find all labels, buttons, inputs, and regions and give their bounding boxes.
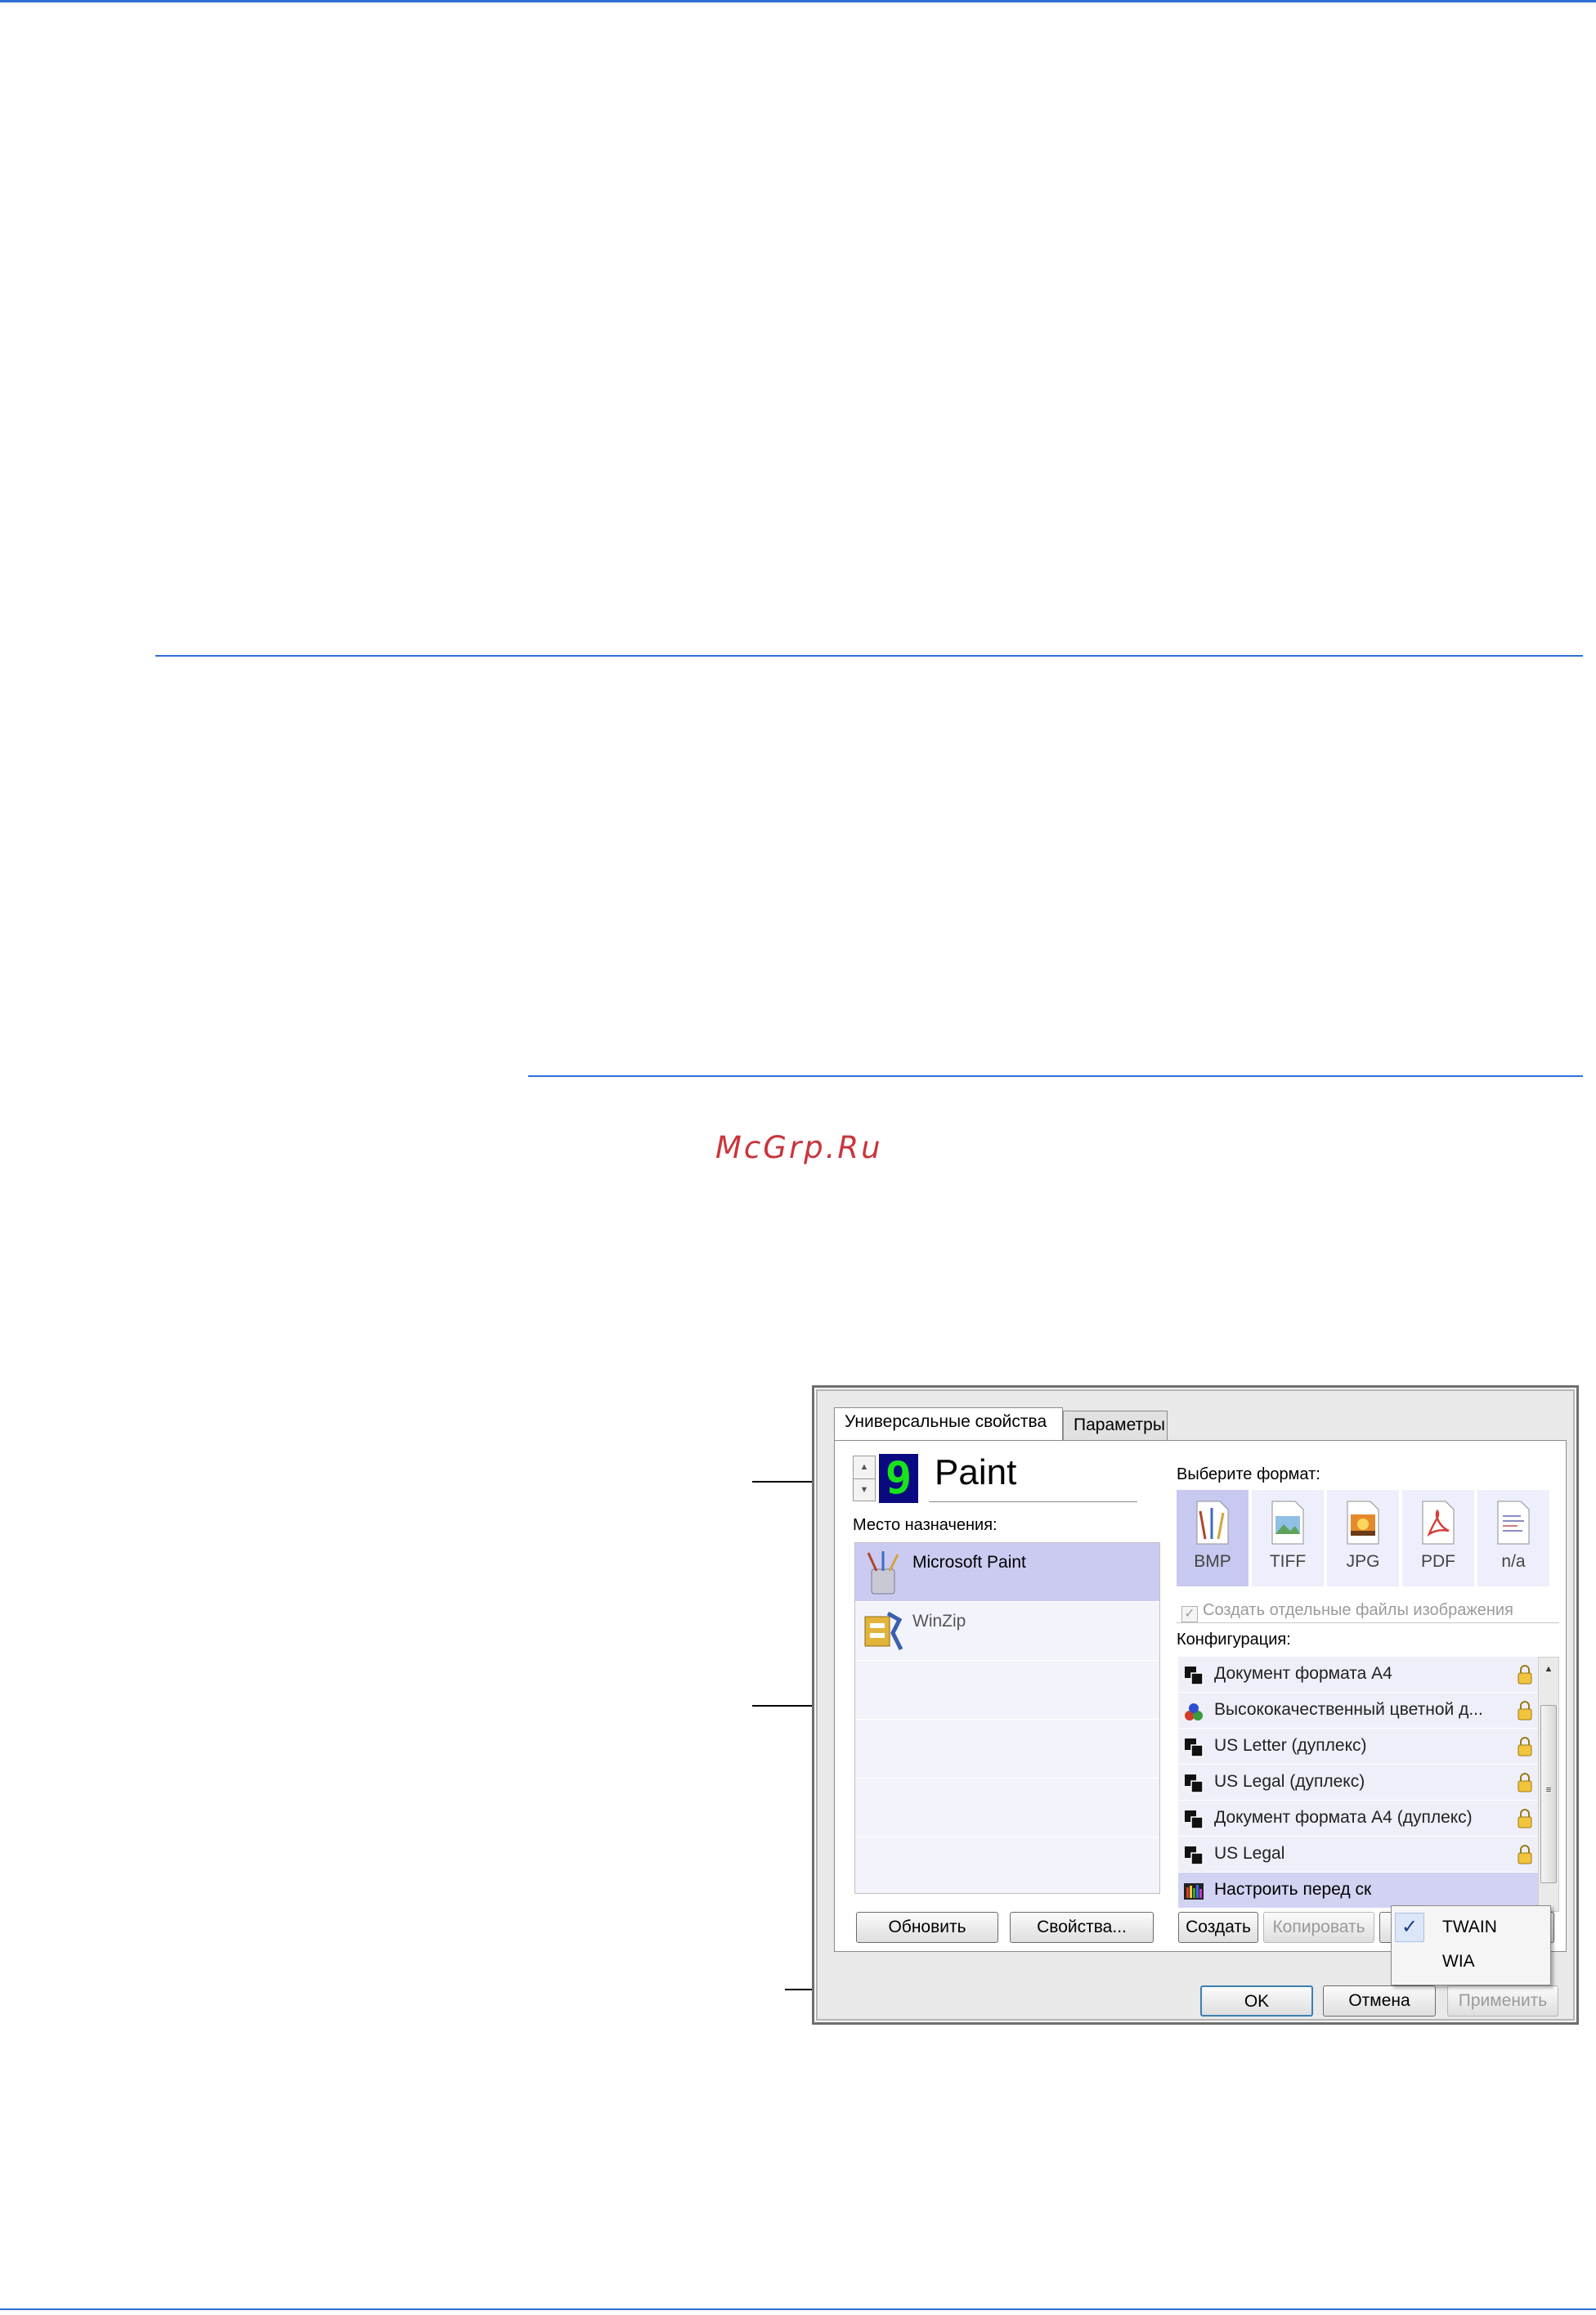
cancel-button[interactable]: Отмена xyxy=(1323,1985,1436,2017)
destination-item-empty xyxy=(855,1779,1159,1837)
config-item[interactable]: US Legal (дуплекс) xyxy=(1178,1765,1538,1801)
destination-name: Microsoft Paint xyxy=(912,1553,1026,1572)
winzip-icon xyxy=(864,1611,903,1651)
menu-item-wia[interactable]: WIA xyxy=(1392,1945,1550,1978)
spin-down-icon[interactable]: ▼ xyxy=(854,1478,875,1501)
config-name: Высококачественный цветной д... xyxy=(1214,1700,1483,1719)
bw-document-icon xyxy=(1185,1738,1204,1757)
bw-document-icon xyxy=(1185,1774,1204,1793)
tab-panel: ▲ ▼ 9 Paint Место назначения: Microsoft … xyxy=(834,1440,1567,1985)
configure-icon xyxy=(1184,1883,1204,1900)
format-separator xyxy=(1177,1622,1559,1623)
destination-item-empty xyxy=(855,1720,1159,1779)
menu-item-label: WIA xyxy=(1442,1952,1475,1971)
format-na[interactable]: n/a xyxy=(1477,1490,1549,1586)
create-button[interactable]: Создать xyxy=(1178,1912,1258,1943)
destination-app-name: Paint xyxy=(935,1452,1017,1492)
section-rule-1 xyxy=(155,655,1583,657)
format-label-bmp: BMP xyxy=(1194,1552,1231,1571)
format-bmp[interactable]: BMP xyxy=(1177,1490,1249,1586)
copy-button: Копировать xyxy=(1263,1912,1374,1943)
tab-universal-properties[interactable]: Универсальные свойства xyxy=(834,1407,1063,1440)
ok-button[interactable]: OK xyxy=(1200,1985,1313,2017)
destination-list[interactable]: Microsoft Paint WinZip xyxy=(854,1542,1160,1894)
lock-icon xyxy=(1518,1665,1532,1685)
scroll-grip-icon: ≡ xyxy=(1545,1785,1552,1795)
config-name: US Legal xyxy=(1214,1844,1285,1863)
tiff-icon xyxy=(1271,1501,1304,1545)
config-label: Конфигурация: xyxy=(1177,1631,1291,1649)
format-jpg[interactable]: JPG xyxy=(1327,1490,1399,1586)
bw-document-icon xyxy=(1185,1846,1204,1865)
format-label: Выберите формат: xyxy=(1177,1465,1320,1483)
format-tiff[interactable]: TIFF xyxy=(1252,1490,1324,1586)
section-rule-2 xyxy=(528,1075,1583,1077)
lock-icon xyxy=(1518,1701,1532,1721)
destination-label: Место назначения: xyxy=(853,1516,998,1534)
destination-name: WinZip xyxy=(912,1612,966,1631)
watermark: McGrp.Ru xyxy=(715,1130,883,1165)
bw-document-icon xyxy=(1185,1810,1204,1829)
config-name: US Legal (дуплекс) xyxy=(1214,1772,1365,1791)
paint-brushes-icon xyxy=(867,1551,899,1595)
pdf-icon xyxy=(1422,1501,1455,1545)
menu-item-label: TWAIN xyxy=(1442,1918,1497,1936)
bmp-icon xyxy=(1196,1501,1229,1545)
separate-files-label: Создать отдельные файлы изображения xyxy=(1203,1601,1513,1619)
color-document-icon xyxy=(1185,1703,1203,1721)
lock-icon xyxy=(1518,1845,1532,1864)
separate-files-checkbox[interactable]: ✓ xyxy=(1181,1606,1198,1622)
top-rule xyxy=(0,0,1596,2)
format-label-tiff: TIFF xyxy=(1269,1552,1307,1571)
config-item-configure-before-scan[interactable]: Настроить перед ск xyxy=(1178,1873,1538,1909)
bottom-rule xyxy=(0,2308,1596,2310)
config-name: Документ формата А4 xyxy=(1214,1664,1392,1683)
configuration-list[interactable]: Документ формата А4 Высококачественный ц… xyxy=(1178,1657,1538,1910)
config-item[interactable]: Высококачественный цветной д... xyxy=(1178,1693,1538,1729)
scanner-properties-dialog: Универсальные свойства Параметры ▲ ▼ 9 P… xyxy=(812,1385,1579,2025)
menu-item-twain[interactable]: ✓ TWAIN xyxy=(1392,1911,1550,1944)
apply-button: Применить xyxy=(1447,1985,1558,2017)
separate-files-option[interactable]: ✓ Создать отдельные файлы изображения xyxy=(1181,1601,1513,1622)
properties-button[interactable]: Свойства... xyxy=(1010,1912,1154,1943)
config-item[interactable]: Документ формата А4 (дуплекс) xyxy=(1178,1801,1538,1837)
config-item[interactable]: US Legal xyxy=(1178,1837,1538,1873)
config-scrollbar[interactable]: ▲ ≡ xyxy=(1538,1657,1559,1912)
counter-digit: 9 xyxy=(879,1454,918,1503)
config-name: Настроить перед ск xyxy=(1214,1880,1372,1899)
destination-item-empty xyxy=(855,1837,1159,1896)
format-label-pdf: PDF xyxy=(1421,1552,1455,1571)
driver-context-menu: ✓ TWAIN WIA xyxy=(1391,1905,1551,1985)
destination-item-winzip[interactable]: WinZip xyxy=(855,1602,1159,1661)
format-pdf[interactable]: PDF xyxy=(1402,1490,1474,1586)
lock-icon xyxy=(1518,1773,1532,1792)
check-icon: ✓ xyxy=(1395,1913,1424,1942)
scroll-up-icon[interactable]: ▲ xyxy=(1539,1659,1558,1679)
spin-up-icon[interactable]: ▲ xyxy=(854,1456,875,1478)
config-name: US Letter (дуплекс) xyxy=(1214,1736,1367,1755)
tab-parameters[interactable]: Параметры xyxy=(1063,1411,1168,1440)
format-label-na: n/a xyxy=(1501,1552,1526,1571)
jpg-icon xyxy=(1347,1501,1379,1545)
config-item[interactable]: US Letter (дуплекс) xyxy=(1178,1729,1538,1765)
bw-document-icon xyxy=(1185,1667,1204,1685)
app-name-underline xyxy=(929,1501,1137,1502)
format-label-jpg: JPG xyxy=(1346,1552,1380,1571)
lock-icon xyxy=(1518,1737,1532,1756)
config-item[interactable]: Документ формата А4 xyxy=(1178,1657,1538,1693)
refresh-button[interactable]: Обновить xyxy=(856,1912,998,1943)
config-name: Документ формата А4 (дуплекс) xyxy=(1214,1808,1473,1827)
destination-item-empty xyxy=(855,1661,1159,1720)
na-icon xyxy=(1497,1501,1530,1545)
destination-item-microsoft-paint[interactable]: Microsoft Paint xyxy=(855,1543,1159,1602)
lock-icon xyxy=(1518,1809,1532,1828)
counter-spinner[interactable]: ▲ ▼ xyxy=(853,1456,876,1501)
